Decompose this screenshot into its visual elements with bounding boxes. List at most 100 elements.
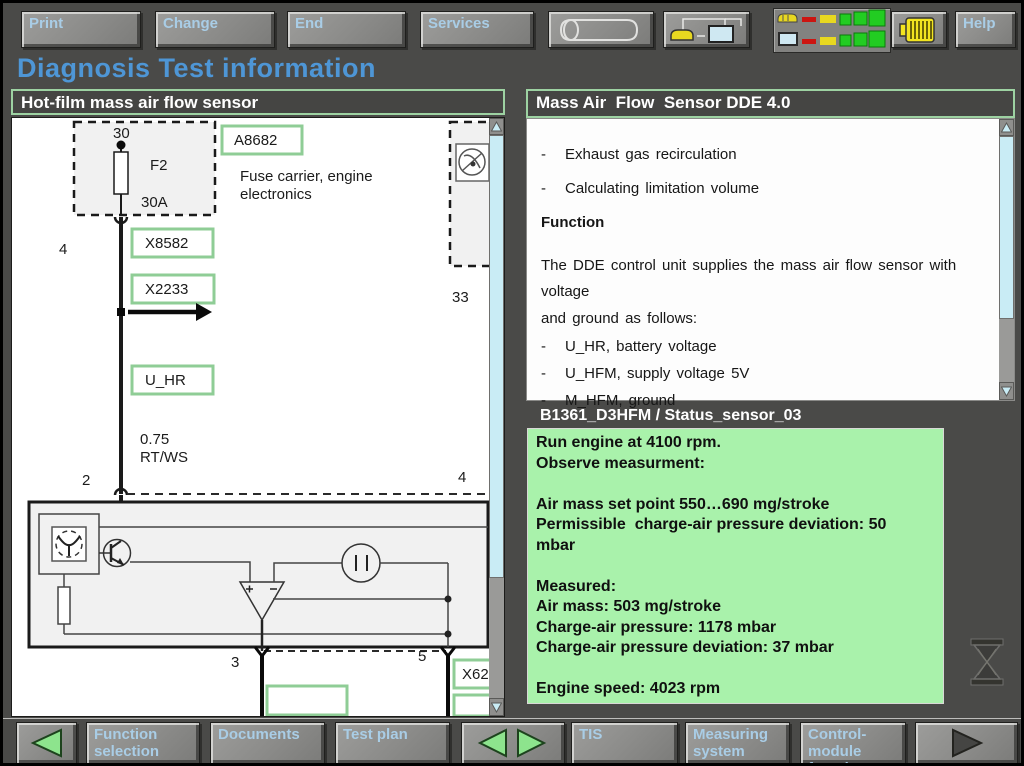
arrow-up-icon [491, 121, 502, 132]
forward-button[interactable] [915, 722, 1018, 764]
plug-button[interactable] [891, 11, 947, 48]
info-sub-bullet-1: -U_HR, battery voltage [541, 333, 992, 360]
arrow-left-icon [29, 728, 65, 758]
info-scroll-up-button[interactable] [999, 119, 1014, 136]
pin-3-label: 3 [231, 654, 239, 671]
connector-x2233-hotspot[interactable]: X2233 [132, 275, 214, 303]
right-panel-title: Mass Air Flow Sensor DDE 4.0 [536, 93, 790, 112]
sub-bullet-1-text: U_HR, battery voltage [565, 333, 717, 360]
dis-diagnosis-screen: Print Change End Services [0, 0, 1024, 766]
info-scrollbar[interactable] [999, 119, 1014, 400]
change-button[interactable]: Change [155, 11, 275, 48]
pin-4-top-label: 4 [59, 241, 67, 258]
connection-status-icon [774, 9, 888, 50]
connector-x62-code: X62 [462, 666, 489, 683]
bullet-dash: - [541, 360, 565, 387]
control-module-functions-button[interactable]: Control-module functions [800, 722, 906, 764]
function-selection-label: Function selection [94, 726, 159, 760]
help-button-label: Help [963, 15, 996, 32]
function-selection-button[interactable]: Function selection [86, 722, 200, 764]
vehicle-interface-button[interactable] [663, 11, 750, 48]
status-line: Observe measurment: [536, 454, 935, 475]
connector-x62-hotspot[interactable]: X62 [454, 660, 490, 688]
status-line: mbar [536, 536, 935, 557]
status-line: Air mass: 503 mg/stroke [536, 597, 935, 618]
fuse-rating-label: 30A [141, 194, 168, 211]
measuring-system-button[interactable]: Measuring system [685, 722, 790, 764]
resistor-symbol [58, 587, 70, 624]
fuse-f2-label: F2 [150, 157, 168, 174]
status-line: Charge-air pressure: 1178 mbar [536, 618, 935, 639]
tis-label: TIS [579, 726, 602, 743]
status-line: Charge-air pressure deviation: 37 mbar [536, 638, 935, 659]
bullet-1-text: Exhaust gas recirculation [565, 146, 737, 163]
info-scroll-track[interactable] [999, 319, 1014, 382]
supply-wire [115, 217, 127, 494]
fuse-carrier-code: A8682 [234, 132, 277, 149]
change-button-label: Change [163, 15, 218, 32]
status-line: Measured: [536, 577, 935, 598]
wire-color-label: RT/WS [140, 449, 188, 466]
test-plan-button[interactable]: Test plan [335, 722, 450, 764]
arrows-left-right-icon [474, 728, 552, 758]
signal-uhr-hotspot[interactable]: U_HR [132, 366, 213, 394]
pin-4-right-label: 4 [458, 469, 466, 486]
connector-hotspot-empty[interactable] [267, 686, 347, 715]
end-button[interactable]: End [287, 11, 406, 48]
status-line: Air mass set point 550…690 mg/stroke [536, 495, 935, 516]
diagram-scroll-up-button[interactable] [489, 118, 504, 135]
sub-bullet-2-text: U_HFM, supply voltage 5V [565, 360, 749, 387]
maf-sensor-box [29, 502, 488, 651]
page-navigation-button[interactable] [461, 722, 565, 764]
arrow-down-icon [491, 702, 502, 713]
measurement-status-box: Run engine at 4100 rpm.Observe measurmen… [527, 428, 944, 704]
wiring-diagram: 30 F2 30A A8682 Fuse carrier, engine ele… [12, 118, 490, 716]
connector-x8582-hotspot[interactable]: X8582 [132, 229, 213, 257]
connector-x2233-code: X2233 [145, 281, 188, 298]
diagram-scroll-thumb[interactable] [489, 135, 504, 578]
pin-2-label: 2 [82, 472, 90, 489]
arrow-right-icon [947, 728, 987, 758]
arrow-down-icon [1001, 386, 1012, 397]
test-plan-label: Test plan [343, 726, 408, 743]
control-unit-box [450, 122, 490, 266]
info-scroll-down-button[interactable] [999, 382, 1014, 400]
info-content: -Exhaust gas recirculation -Calculating … [527, 119, 998, 414]
tis-button[interactable]: TIS [571, 722, 678, 764]
signal-uhr-label: U_HR [145, 372, 186, 389]
info-bullet-2: -Calculating limitation volume [541, 180, 992, 197]
connector-hotspot-lower[interactable] [454, 695, 490, 716]
wire-gauge-label: 0.75 [140, 431, 169, 448]
toolbar-separator [3, 718, 1021, 719]
info-scroll-thumb[interactable] [999, 136, 1014, 319]
documents-label: Documents [218, 726, 300, 743]
documents-button[interactable]: Documents [210, 722, 325, 764]
status-line [536, 556, 935, 577]
diagram-scroll-down-button[interactable] [489, 698, 504, 716]
arrow-up-icon [1001, 122, 1012, 133]
back-button[interactable] [16, 722, 77, 764]
function-paragraph-1: The DDE control unit supplies the mass a… [541, 253, 992, 305]
fuse-carrier-hotspot[interactable]: A8682 [222, 126, 302, 154]
left-panel-title: Hot-film mass air flow sensor [21, 93, 258, 112]
cylinder-button[interactable] [548, 11, 654, 48]
function-paragraph-2: and ground as follows: [541, 306, 992, 332]
status-line [536, 474, 935, 495]
info-panel: -Exhaust gas recirculation -Calculating … [526, 118, 1015, 401]
services-button[interactable]: Services [420, 11, 534, 48]
fuse-carrier-box: 30 F2 30A [74, 122, 215, 215]
vehicle-interface-icon [667, 14, 747, 46]
bullet-dash: - [541, 146, 565, 163]
cylinder-icon [555, 16, 647, 44]
diagram-scroll-track[interactable] [489, 578, 504, 698]
measuring-system-label: Measuring system [693, 726, 768, 760]
pin-33-label: 33 [452, 289, 469, 306]
status-line: Engine speed: 4023 rpm [536, 679, 935, 700]
diagram-scrollbar[interactable] [489, 118, 504, 716]
bullet-dash: - [541, 180, 565, 197]
bullet-2-text: Calculating limitation volume [565, 180, 759, 197]
end-button-label: End [295, 15, 323, 32]
info-bullet-1: -Exhaust gas recirculation [541, 146, 992, 163]
help-button[interactable]: Help [955, 11, 1016, 48]
print-button[interactable]: Print [21, 11, 141, 48]
